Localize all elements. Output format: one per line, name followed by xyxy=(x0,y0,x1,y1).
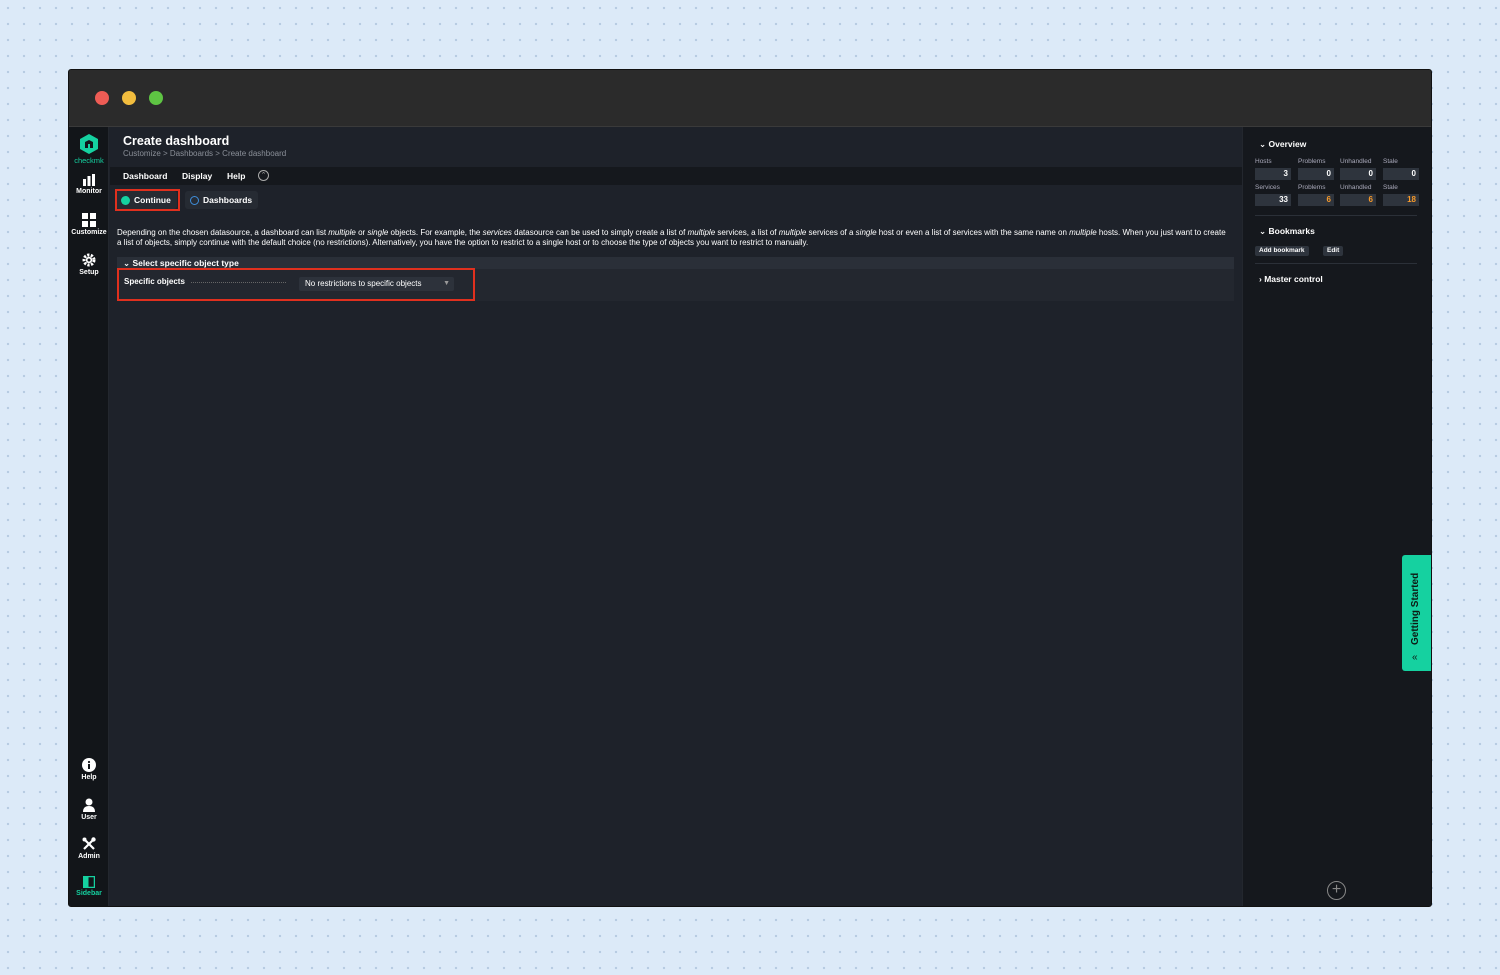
add-snapin-icon[interactable]: + xyxy=(1327,881,1346,900)
gear-icon xyxy=(82,253,96,267)
bar-chart-icon xyxy=(83,174,95,186)
overview-title[interactable]: ⌄ Overview xyxy=(1259,139,1306,150)
breadcrumb[interactable]: Customize > Dashboards > Create dashboar… xyxy=(123,149,286,158)
nav-admin-label: Admin xyxy=(78,853,100,860)
nav-monitor[interactable]: Monitor xyxy=(69,174,109,195)
intro-emphasis: single xyxy=(855,228,877,237)
divider xyxy=(1255,263,1417,264)
nav-setup-label: Setup xyxy=(79,269,99,276)
overview-service-value[interactable]: 18 xyxy=(1383,194,1419,206)
dashboards-button-label: Dashboards xyxy=(203,195,253,205)
page-header: Create dashboard Customize > Dashboards … xyxy=(110,127,1243,167)
intro-text-part: host or even a list of services with the… xyxy=(876,228,1070,237)
tools-icon xyxy=(82,837,96,850)
bookmarks-title-label: Bookmarks xyxy=(1268,226,1315,236)
overview-host-value[interactable]: 0 xyxy=(1383,168,1419,180)
double-chevron-left-icon: « xyxy=(1412,652,1418,663)
chevron-down-icon: ⌄ xyxy=(1259,139,1267,149)
page-menu-bar: Dashboard Display Help ⌃ xyxy=(110,167,1243,185)
highlight-continue xyxy=(115,189,180,211)
main-navigation: checkmk Monitor Customize Setup Help Use… xyxy=(69,127,109,906)
nav-user-label: User xyxy=(81,814,97,821)
overview-service-label: Services xyxy=(1255,184,1280,191)
app-window: checkmk Monitor Customize Setup Help Use… xyxy=(68,69,1432,907)
dashboard-icon xyxy=(190,195,199,205)
intro-emphasis: single xyxy=(367,228,389,237)
nav-user[interactable]: User xyxy=(69,798,109,821)
overview-title-label: Overview xyxy=(1268,139,1307,149)
right-sidebar: ⌄ Overview Hosts Problems Unhandled Stal… xyxy=(1242,127,1431,906)
nav-help-label: Help xyxy=(81,774,97,781)
overview-service-value[interactable]: 6 xyxy=(1340,194,1376,206)
getting-started-tab[interactable]: Getting Started « xyxy=(1402,555,1431,671)
nav-customize-label: Customize xyxy=(71,229,107,236)
nav-admin[interactable]: Admin xyxy=(69,837,109,860)
intro-emphasis: services xyxy=(482,228,512,237)
overview-host-label: Problems xyxy=(1298,158,1326,165)
page-toolbar: Continue Dashboards xyxy=(110,188,1243,214)
add-bookmark-button[interactable]: Add bookmark xyxy=(1255,246,1309,256)
overview-host-label: Hosts xyxy=(1255,158,1272,165)
edit-bookmarks-button[interactable]: Edit xyxy=(1323,246,1344,256)
intro-text-part: or xyxy=(355,228,368,237)
nav-help[interactable]: Help xyxy=(69,758,109,781)
bookmarks-title[interactable]: ⌄ Bookmarks xyxy=(1259,226,1315,237)
nav-sidebar-label: Sidebar xyxy=(76,890,102,897)
checkmk-logo[interactable]: checkmk xyxy=(69,133,109,165)
master-control-title-label: Master control xyxy=(1264,274,1323,284)
overview-service-value[interactable]: 33 xyxy=(1255,194,1291,206)
zoom-window-button[interactable] xyxy=(149,91,163,105)
intro-text-part: datasource can be used to simply create … xyxy=(511,228,688,237)
overview-host-label: Unhandled xyxy=(1340,158,1372,165)
window-titlebar xyxy=(69,70,1431,127)
overview-host-value[interactable]: 0 xyxy=(1340,168,1376,180)
overview-host-value[interactable]: 0 xyxy=(1298,168,1334,180)
sidebar-icon xyxy=(83,876,95,888)
overview-service-label: Unhandled xyxy=(1340,184,1372,191)
collapse-menu-icon[interactable]: ⌃ xyxy=(258,170,269,181)
getting-started-label: Getting Started xyxy=(1410,572,1421,645)
overview-host-label: Stale xyxy=(1383,158,1398,165)
logo-text: checkmk xyxy=(74,156,104,165)
chevron-down-icon: ⌄ xyxy=(1259,226,1267,236)
chevron-down-icon: ⌄ xyxy=(123,258,131,268)
chevron-right-icon: › xyxy=(1259,274,1262,284)
close-window-button[interactable] xyxy=(95,91,109,105)
checkmk-logo-icon xyxy=(80,134,98,154)
intro-text: Depending on the chosen datasource, a da… xyxy=(117,228,1227,248)
section-title: Select specific object type xyxy=(132,258,239,268)
intro-emphasis: multiple xyxy=(778,228,807,237)
user-icon xyxy=(83,798,95,812)
nav-customize[interactable]: Customize xyxy=(69,213,109,236)
intro-emphasis: multiple xyxy=(328,228,356,237)
intro-text-part: objects. For example, the xyxy=(388,228,483,237)
nav-setup[interactable]: Setup xyxy=(69,253,109,276)
intro-text-part: services, a list of xyxy=(715,228,779,237)
menu-dashboard[interactable]: Dashboard xyxy=(123,171,167,181)
overview-service-label: Problems xyxy=(1298,184,1326,191)
intro-emphasis: multiple xyxy=(687,228,716,237)
intro-emphasis: multiple xyxy=(1069,228,1097,237)
menu-display[interactable]: Display xyxy=(182,171,212,181)
info-icon xyxy=(82,758,96,772)
divider xyxy=(1255,215,1417,216)
grid-icon xyxy=(82,213,96,227)
intro-text-part: Depending on the chosen datasource, a da… xyxy=(117,228,329,237)
nav-monitor-label: Monitor xyxy=(76,188,102,195)
page-title: Create dashboard xyxy=(123,134,230,148)
intro-text-part: services of a xyxy=(806,228,856,237)
minimize-window-button[interactable] xyxy=(122,91,136,105)
dashboards-button[interactable]: Dashboards xyxy=(185,191,259,209)
overview-service-value[interactable]: 6 xyxy=(1298,194,1334,206)
overview-host-value[interactable]: 3 xyxy=(1255,168,1291,180)
nav-sidebar-toggle[interactable]: Sidebar xyxy=(69,876,109,897)
master-control-title[interactable]: › Master control xyxy=(1259,274,1323,284)
bookmarks-actions: Add bookmark Edit xyxy=(1255,246,1425,256)
main-content: Create dashboard Customize > Dashboards … xyxy=(110,127,1243,906)
highlight-specific-objects xyxy=(117,268,475,301)
menu-help[interactable]: Help xyxy=(227,171,245,181)
overview-service-label: Stale xyxy=(1383,184,1398,191)
